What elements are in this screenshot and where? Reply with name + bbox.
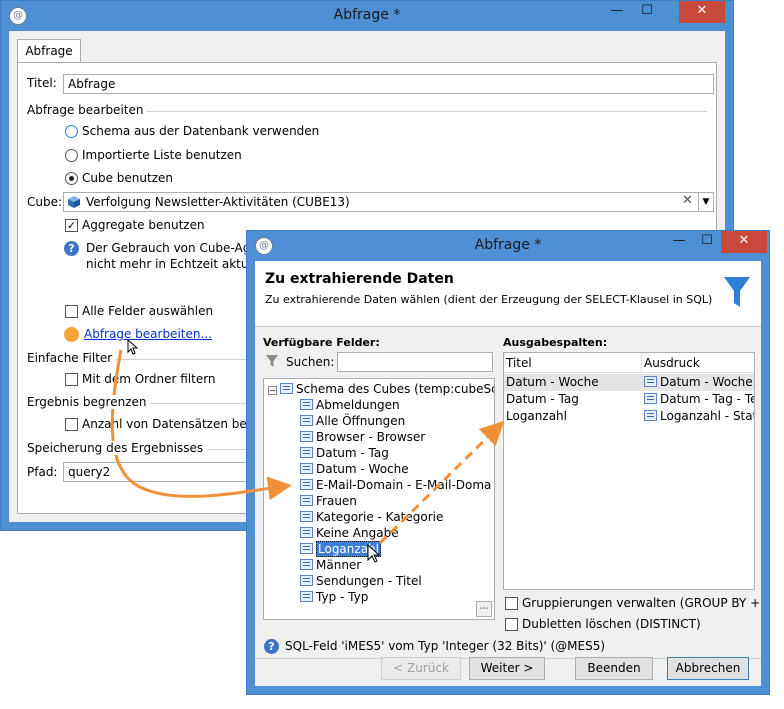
section-limit-label: Ergebnis begrenzen bbox=[27, 395, 151, 409]
pointer-cursor-icon bbox=[127, 338, 139, 355]
section-save-label: Speicherung des Ergebnisses bbox=[27, 441, 208, 455]
arrow-cursor-icon bbox=[367, 543, 381, 563]
solid-arrow bbox=[110, 349, 292, 501]
dashed-arrow bbox=[378, 420, 505, 545]
section-filter-label: Einfache Filter bbox=[27, 351, 117, 365]
section-edit-label: Abfrage bearbeiten bbox=[27, 103, 148, 117]
